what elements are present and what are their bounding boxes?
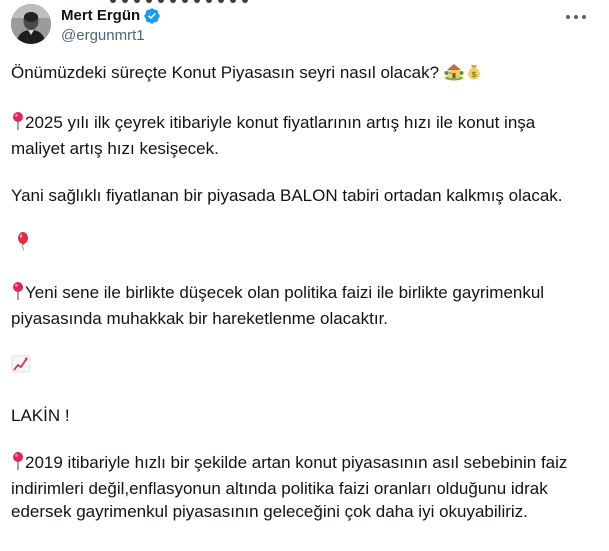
more-options-icon[interactable] <box>565 10 587 24</box>
tweet-line: Önümüzdeki süreçte Konut Piyasasın seyri… <box>11 63 440 82</box>
tweet-paragraph: Yeni sene ile birlikte düşecek olan poli… <box>11 281 591 330</box>
round-pushpin-icon <box>11 281 25 307</box>
tweet-line: Yeni sene ile birlikte düşecek olan poli… <box>11 283 545 328</box>
author-name[interactable]: Mert Ergün <box>61 6 140 26</box>
author-name-row[interactable]: Mert Ergün <box>61 6 161 26</box>
round-pushpin-icon <box>11 111 25 137</box>
tweet-text: Önümüzdeki süreçte Konut Piyasasın seyri… <box>11 61 591 547</box>
tweet: Mert Ergün @ergunmrt1 Önümüzdeki süreçte… <box>0 0 609 551</box>
tweet-paragraph: 2025 yılı ilk çeyrek itibariyle konut fi… <box>11 111 591 160</box>
tweet-line: Yani sağlıklı fiyatlanan bir piyasada BA… <box>11 186 563 205</box>
house-with-garden-icon <box>444 61 464 87</box>
chart-increasing-icon <box>11 354 31 380</box>
balloon-icon <box>15 231 31 257</box>
tweet-line: LAKİN ! <box>11 406 70 425</box>
round-pushpin-icon <box>11 451 25 477</box>
tweet-line: 2019 itibariyle hızlı bir şekilde artan … <box>11 453 568 521</box>
author-handle[interactable]: @ergunmrt1 <box>61 26 145 46</box>
money-bag-icon: $ <box>464 61 484 87</box>
svg-text:$: $ <box>471 70 477 79</box>
previous-content-edge <box>0 0 609 4</box>
tweet-paragraph: Yani sağlıklı fiyatlanan bir piyasada BA… <box>11 184 591 207</box>
avatar[interactable] <box>11 4 51 44</box>
verified-badge-icon <box>143 7 161 25</box>
tweet-paragraph <box>11 354 591 380</box>
tweet-paragraph <box>11 231 591 257</box>
tweet-paragraph: Önümüzdeki süreçte Konut Piyasasın seyri… <box>11 61 591 87</box>
tweet-paragraph: 2019 itibariyle hızlı bir şekilde artan … <box>11 451 591 523</box>
tweet-paragraph: LAKİN ! <box>11 404 591 427</box>
tweet-line: 2025 yılı ilk çeyrek itibariyle konut fi… <box>11 113 536 158</box>
